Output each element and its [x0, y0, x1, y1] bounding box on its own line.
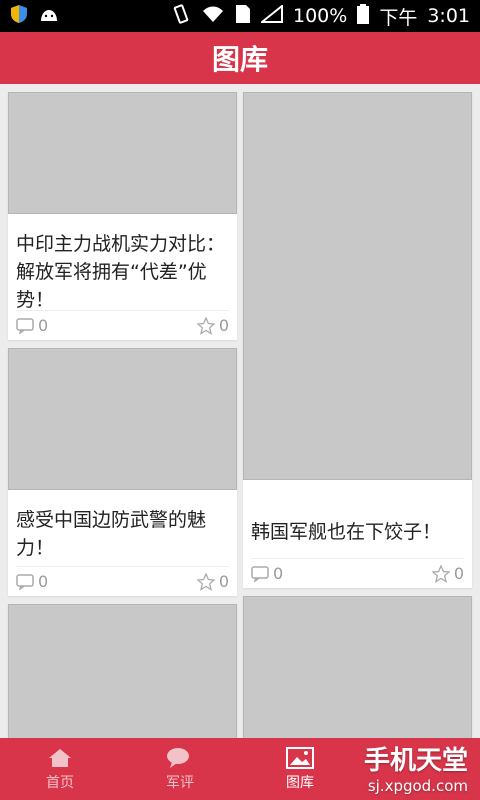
watermark-url: sj.xpgod.com: [367, 777, 468, 795]
like-count[interactable]: 0: [431, 564, 464, 583]
vibrate-icon: [171, 3, 191, 29]
gallery-card[interactable]: 中印主力战机实力对比：解放军将拥有“代差”优势！ 0 0: [8, 92, 237, 340]
page-title: 图库: [0, 32, 480, 84]
card-image: [8, 604, 237, 738]
status-bar: 100% 下午 3:01: [0, 0, 480, 32]
comment-count[interactable]: 0: [16, 316, 48, 335]
comment-icon: [251, 565, 269, 582]
tab-comment[interactable]: 军评: [120, 738, 240, 800]
wifi-icon: [201, 5, 225, 28]
comment-count[interactable]: 0: [251, 564, 283, 583]
card-image: [243, 92, 472, 480]
card-image: [243, 596, 472, 738]
comment-count-value: 0: [38, 316, 49, 335]
like-count[interactable]: 0: [196, 572, 229, 591]
tab-gallery-label: 图库: [286, 774, 314, 791]
comment-count-value: 0: [38, 572, 49, 591]
comment-count-value: 0: [273, 564, 284, 583]
tab-home-label: 首页: [46, 774, 74, 791]
comment-icon: [16, 317, 34, 334]
gallery-card[interactable]: [243, 596, 472, 738]
watermark-brand: 手机天堂: [363, 746, 468, 776]
star-icon: [196, 572, 215, 591]
card-title: 韩国军舰也在下饺子！: [251, 521, 442, 543]
like-count-value: 0: [453, 564, 464, 583]
card-title: 中印主力战机实力对比：解放军将拥有“代差”优势！: [16, 233, 226, 311]
like-count-value: 0: [218, 572, 229, 591]
card-image: [8, 92, 237, 214]
battery-percent: 100%: [292, 5, 348, 27]
like-count-value: 0: [218, 316, 229, 335]
android-icon: [38, 5, 60, 28]
signal-icon: [259, 3, 283, 28]
gallery-icon: [286, 746, 314, 769]
gallery-card[interactable]: 感受中国边防武警的魅力！ 0 0: [8, 348, 237, 596]
tab-comment-label: 军评: [166, 774, 194, 791]
gallery-grid[interactable]: 中印主力战机实力对比：解放军将拥有“代差”优势！ 0 0 韩国军舰也在下饺子！ …: [0, 84, 480, 738]
battery-icon: [357, 3, 370, 29]
tab-home[interactable]: 首页: [0, 738, 120, 800]
chat-icon: [167, 747, 189, 768]
gallery-card[interactable]: [8, 604, 237, 738]
clock: 3:01: [427, 5, 470, 27]
gallery-card[interactable]: 韩国军舰也在下饺子！ 0 0: [243, 92, 472, 588]
tab-gallery[interactable]: 图库: [240, 738, 360, 800]
sim-icon: [235, 4, 251, 29]
like-count[interactable]: 0: [196, 316, 229, 335]
comment-count[interactable]: 0: [16, 572, 48, 591]
card-title: 感受中国边防武警的魅力！: [16, 509, 207, 559]
time-prefix: 下午: [379, 6, 418, 29]
watermark: 手机天堂 sj.xpgod.com: [364, 740, 468, 795]
card-image: [8, 348, 237, 490]
comment-icon: [16, 573, 34, 590]
shield-icon: [10, 4, 28, 29]
star-icon: [196, 316, 215, 335]
home-icon: [49, 748, 71, 767]
star-icon: [431, 564, 450, 583]
